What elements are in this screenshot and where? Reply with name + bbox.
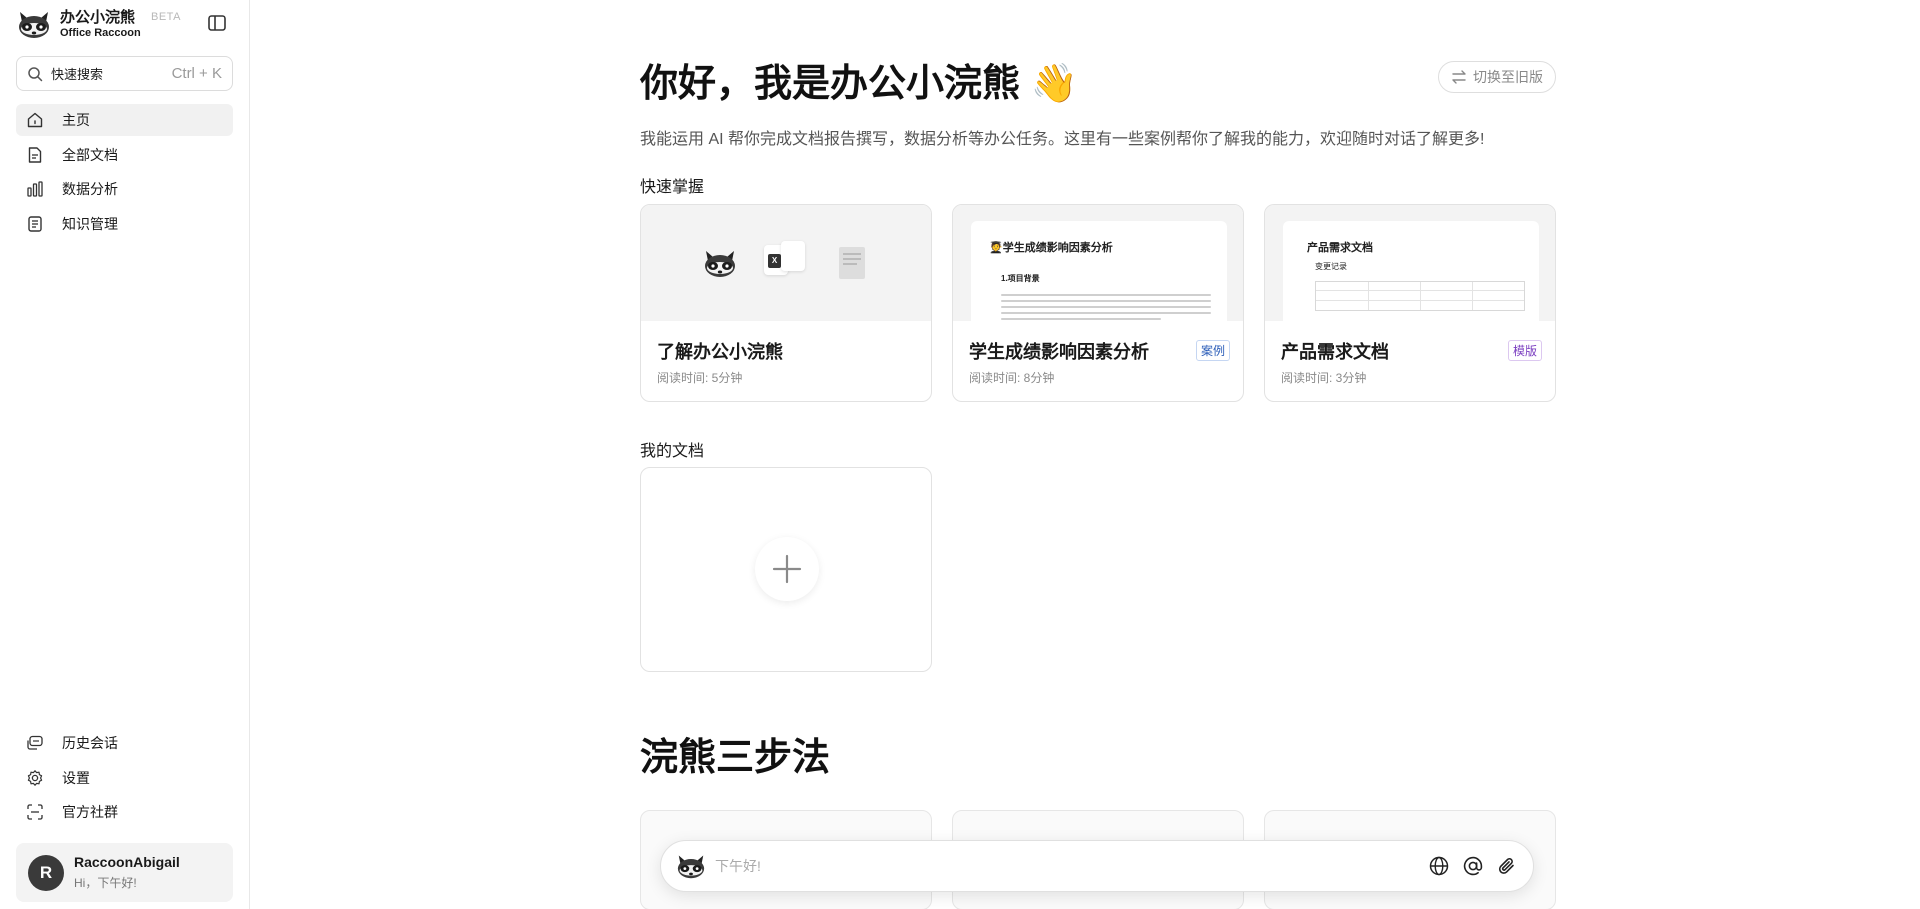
nav-item-home[interactable]: 主页 — [16, 104, 233, 136]
card-read-time: 阅读时间: 5分钟 — [657, 371, 743, 385]
sidebar: 办公小浣熊 Office Raccoon BETA 快速搜索 Ctrl + K … — [0, 0, 250, 909]
preview-table — [1315, 281, 1525, 311]
nav-item-all-documents[interactable]: 全部文档 — [16, 139, 233, 171]
nav-label: 官方社群 — [62, 804, 118, 820]
preview-subheading: 1.项目背景 — [1001, 274, 1040, 283]
file-icon — [781, 241, 805, 271]
chat-input[interactable] — [715, 858, 1395, 874]
brand-name-en: Office Raccoon — [60, 27, 141, 39]
bottom-nav: 历史会话 设置 官方社群 — [16, 727, 233, 831]
avatar: R — [28, 854, 64, 891]
card-read-time: 阅读时间: 8分钟 — [969, 371, 1055, 385]
preview-subheading: 变更记录 — [1315, 262, 1347, 271]
nav-label: 全部文档 — [62, 146, 118, 163]
preview-heading: 🧑‍🎓学生成绩影响因素分析 — [989, 242, 1113, 254]
nav-item-knowledge[interactable]: 知识管理 — [16, 208, 233, 240]
nav-label: 数据分析 — [62, 181, 118, 197]
switch-version-button[interactable]: 切换至旧版 — [1438, 61, 1556, 93]
chat-history-icon — [27, 735, 43, 750]
raccoon-logo-icon — [19, 12, 49, 38]
nav-label: 知识管理 — [62, 215, 118, 232]
globe-icon[interactable] — [1427, 854, 1451, 878]
card-title: 学生成绩影响因素分析 — [969, 342, 1149, 362]
quick-start-heading: 快速掌握 — [640, 179, 705, 196]
nav-item-data-analysis[interactable]: 数据分析 — [16, 173, 233, 205]
add-document-button[interactable] — [755, 537, 819, 601]
raccoon-avatar-icon — [677, 855, 705, 879]
beta-badge: BETA — [151, 11, 181, 23]
community-icon — [27, 804, 43, 820]
nav-label: 历史会话 — [62, 735, 118, 751]
preview-heading: 产品需求文档 — [1307, 242, 1373, 254]
nav-item-history[interactable]: 历史会话 — [16, 727, 233, 759]
search-shortcut: Ctrl + K — [171, 65, 222, 82]
card-preview: 产品需求文档 变更记录 — [1265, 205, 1555, 321]
brand[interactable]: 办公小浣熊 Office Raccoon — [16, 8, 141, 40]
knowledge-icon — [28, 215, 42, 232]
user-card[interactable]: R RaccoonAbigail Hi，下午好! — [16, 843, 233, 902]
attachment-icon[interactable] — [1495, 854, 1519, 878]
card-title: 了解办公小浣熊 — [657, 342, 783, 362]
raccoon-icon — [705, 251, 735, 277]
main-nav: 主页 全部文档 数据分析 知识管理 — [16, 104, 233, 242]
case-tag: 案例 — [1195, 340, 1230, 361]
brand-name: 办公小浣熊 — [60, 9, 136, 26]
document-icon — [28, 146, 42, 163]
three-steps-heading: 浣熊三步法 — [640, 737, 831, 779]
nav-item-community[interactable]: 官方社群 — [16, 796, 233, 828]
card-student-analysis[interactable]: 🧑‍🎓学生成绩影响因素分析 1.项目背景 学生成绩影响因素分析 案例 阅读时间:… — [952, 204, 1244, 402]
card-product-requirements[interactable]: 产品需求文档 变更记录 产品需求文档 模版 阅读时间: 3分钟 — [1264, 204, 1556, 402]
user-greeting: Hi，下午好! — [74, 876, 137, 890]
search-box[interactable]: 快速搜索 Ctrl + K — [16, 56, 233, 91]
nav-label: 主页 — [62, 112, 90, 128]
plus-icon — [772, 554, 802, 584]
gear-icon — [27, 769, 43, 786]
hero-description: 我能运用 AI 帮你完成文档报告撰写，数据分析等办公任务。这里有一些案例帮你了解… — [640, 131, 1485, 148]
chat-input-bar[interactable] — [660, 840, 1534, 892]
card-read-time: 阅读时间: 3分钟 — [1281, 371, 1367, 385]
search-label: 快速搜索 — [51, 67, 104, 82]
home-icon — [27, 112, 43, 128]
mention-icon[interactable] — [1461, 854, 1485, 878]
hero-title: 你好，我是办公小浣熊 👋 — [640, 63, 1078, 105]
sidebar-toggle-icon[interactable] — [207, 13, 227, 33]
swap-icon — [1452, 70, 1466, 84]
card-about-raccoon[interactable]: X 了解办公小浣熊 阅读时间: 5分钟 — [640, 204, 932, 402]
document-stack-icon — [839, 247, 865, 279]
template-tag: 模版 — [1507, 340, 1542, 361]
nav-label: 设置 — [62, 769, 90, 786]
document-preview: 产品需求文档 变更记录 — [1283, 221, 1539, 321]
document-preview: 🧑‍🎓学生成绩影响因素分析 1.项目背景 — [971, 221, 1227, 321]
search-icon — [28, 66, 43, 81]
user-name: RaccoonAbigail — [74, 854, 180, 870]
card-preview: X — [641, 205, 931, 321]
switch-version-label: 切换至旧版 — [1473, 69, 1543, 85]
nav-item-settings[interactable]: 设置 — [16, 762, 233, 794]
card-preview: 🧑‍🎓学生成绩影响因素分析 1.项目背景 — [953, 205, 1243, 321]
bar-chart-icon — [27, 181, 43, 197]
my-documents-heading: 我的文档 — [640, 443, 705, 460]
card-title: 产品需求文档 — [1281, 342, 1389, 362]
new-document-card[interactable] — [640, 467, 932, 672]
